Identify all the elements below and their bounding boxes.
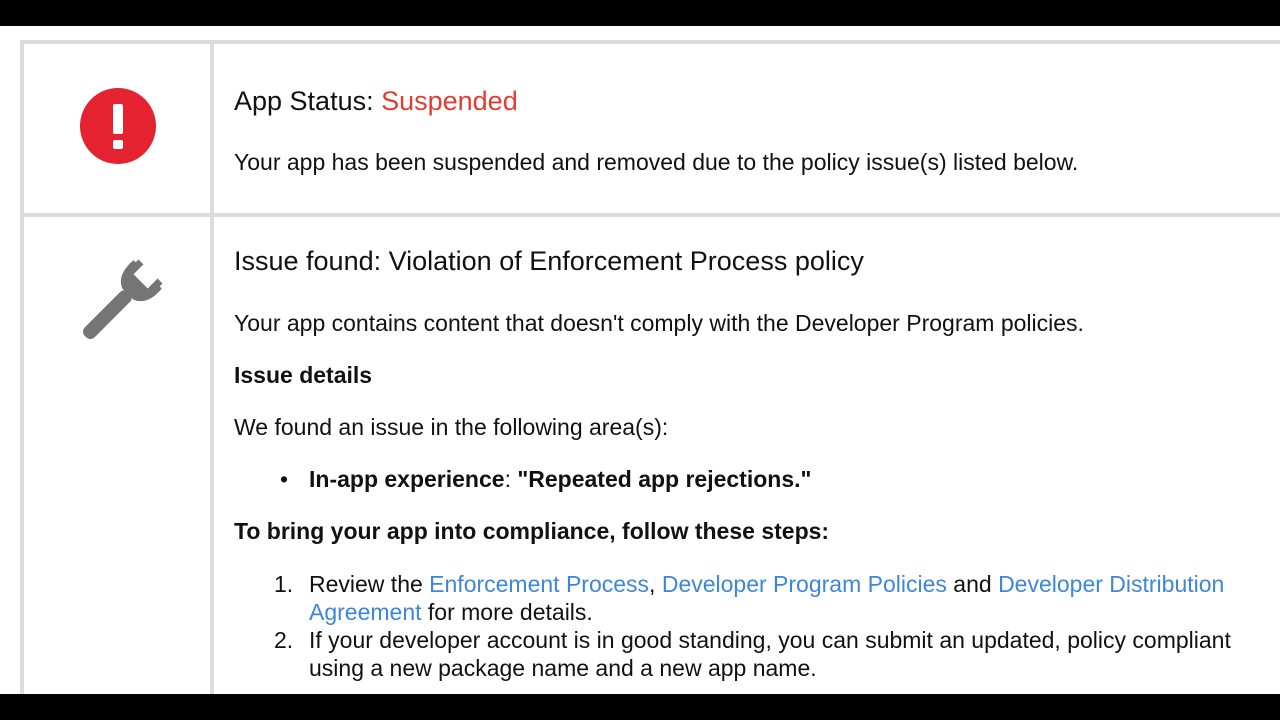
wrench-icon bbox=[83, 259, 163, 339]
step-2-line-1: If your developer account is in good sta… bbox=[309, 627, 1231, 653]
developer-program-policies-link[interactable]: Developer Program Policies bbox=[662, 571, 947, 597]
bullet-label: In-app experience bbox=[309, 466, 505, 492]
issue-description: Your app contains content that doesn't c… bbox=[234, 310, 1084, 336]
step-1-line-2: Agreement for more details. bbox=[309, 599, 593, 626]
developer-distribution-agreement-link-continued[interactable]: Agreement bbox=[309, 599, 422, 625]
column-divider bbox=[210, 40, 214, 694]
step-1-suffix: for more details. bbox=[421, 599, 593, 625]
status-description: Your app has been suspended and removed … bbox=[234, 149, 1079, 175]
issue-details-heading: Issue details bbox=[234, 362, 373, 388]
bullet-dot: • bbox=[280, 466, 289, 492]
status-value: Suspended bbox=[381, 86, 518, 116]
step-1-line-1: Review the Enforcement Process, Develope… bbox=[309, 571, 1224, 598]
status-label: App Status: bbox=[234, 86, 382, 116]
alert-circle-icon bbox=[80, 88, 156, 164]
list-item: In-app experience: "Repeated app rejecti… bbox=[309, 466, 811, 493]
step-number: 2. bbox=[274, 627, 294, 653]
status-title: App Status: Suspended bbox=[234, 86, 518, 117]
issue-title: Issue found: Violation of Enforcement Pr… bbox=[234, 246, 864, 276]
row-divider bbox=[20, 213, 1280, 217]
policy-email-panel: App Status: Suspended Your app has been … bbox=[0, 26, 1280, 694]
letterbox-top bbox=[0, 0, 1280, 26]
bullet-separator: : bbox=[504, 466, 518, 492]
compliance-heading: To bring your app into compliance, follo… bbox=[234, 518, 830, 544]
letterbox-bottom bbox=[0, 694, 1280, 720]
enforcement-process-link[interactable]: Enforcement Process bbox=[429, 571, 649, 597]
step-1-prefix: Review the bbox=[309, 571, 430, 597]
step-1-sep-1: , bbox=[649, 571, 662, 597]
area-intro: We found an issue in the following area(… bbox=[234, 414, 669, 440]
step-number: 1. bbox=[274, 571, 294, 597]
step-2-line-2: using a new package name and a new app n… bbox=[309, 655, 817, 681]
developer-distribution-agreement-link[interactable]: Developer Distribution bbox=[998, 571, 1224, 597]
step-1-sep-2: and bbox=[946, 571, 999, 597]
bullet-quote: "Repeated app rejections." bbox=[517, 466, 812, 492]
